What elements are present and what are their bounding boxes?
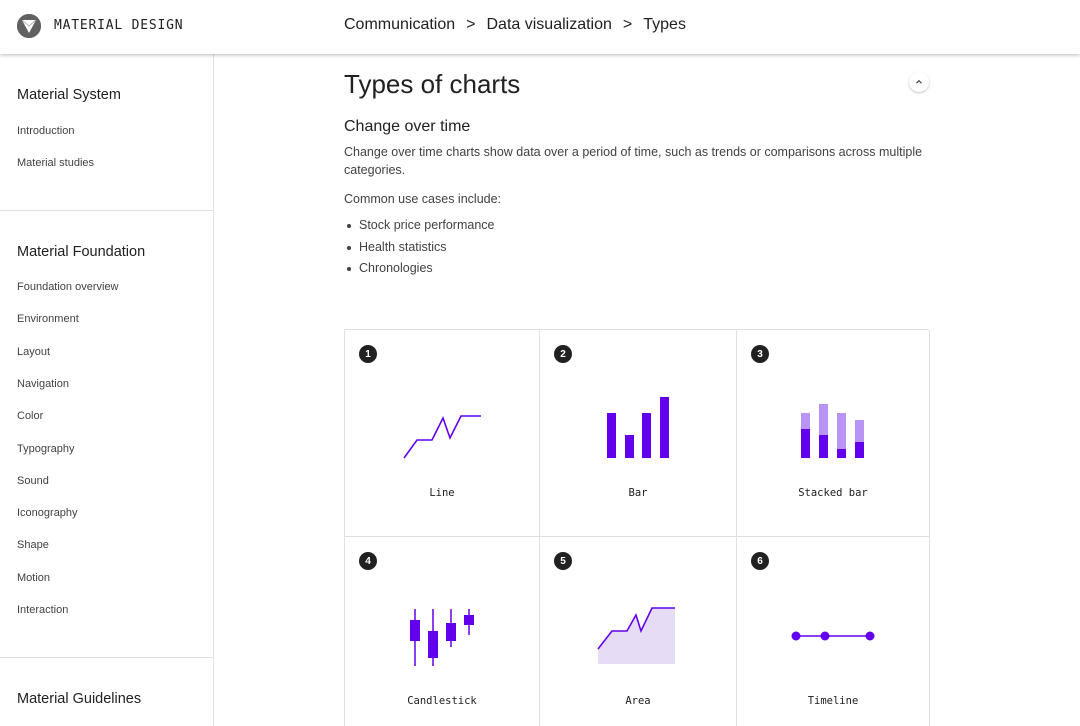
chart-card-label: Bar — [628, 487, 648, 499]
sidebar-item-color[interactable]: Color — [17, 410, 43, 422]
chart-card-stacked-bar[interactable]: 3 Stacked bar — [737, 330, 930, 537]
sidebar-item-introduction[interactable]: Introduction — [17, 125, 74, 137]
page-title: Types of charts — [344, 69, 521, 99]
sidebar-section-material-foundation[interactable]: Material Foundation — [17, 244, 145, 260]
chart-card-candlestick[interactable]: 4 Candlestick — [345, 537, 540, 726]
sidebar-divider — [0, 210, 213, 211]
sidebar-item-foundation-overview[interactable]: Foundation overview — [17, 281, 119, 293]
sidebar-item-iconography[interactable]: Iconography — [17, 507, 78, 519]
section-heading: Change over time — [344, 118, 471, 135]
breadcrumb-types[interactable]: Types — [643, 16, 686, 34]
breadcrumb-separator: > — [622, 16, 633, 33]
section-description: Change over time charts show data over a… — [344, 145, 923, 177]
chart-card-timeline[interactable]: 6 Timeline — [737, 537, 930, 726]
sidebar-section-material-guidelines[interactable]: Material Guidelines — [17, 691, 141, 707]
stacked-bar-chart-icon — [801, 404, 864, 458]
chart-types-grid: 1 Line 2 Bar 3 Stacked bar 4 Candlestick… — [344, 329, 930, 726]
sidebar-item-motion[interactable]: Motion — [17, 572, 50, 584]
sidebar-item-navigation[interactable]: Navigation — [17, 378, 69, 390]
sidebar-item-environment[interactable]: Environment — [17, 313, 79, 325]
list-item: Health statistics — [344, 240, 494, 262]
chart-card-line[interactable]: 1 Line — [345, 330, 540, 537]
sidebar-nav: Material System Introduction Material st… — [0, 54, 214, 726]
material-logo-icon[interactable] — [17, 14, 41, 38]
line-chart-icon — [403, 415, 481, 459]
sidebar-item-interaction[interactable]: Interaction — [17, 604, 68, 616]
breadcrumb: Communication > Data visualization > Typ… — [344, 16, 686, 34]
chart-card-label: Candlestick — [407, 695, 477, 707]
use-cases-intro: Common use cases include: — [344, 192, 502, 206]
sidebar-divider — [0, 657, 213, 658]
chart-card-label: Area — [625, 695, 651, 707]
sidebar-item-shape[interactable]: Shape — [17, 539, 49, 551]
breadcrumb-separator: > — [466, 16, 476, 33]
chart-card-label: Timeline — [807, 695, 859, 707]
bar-chart-icon — [607, 397, 669, 458]
use-cases-list: Stock price performance Health statistic… — [344, 218, 494, 283]
top-app-bar: MATERIAL DESIGN Communication > Data vis… — [0, 0, 1080, 54]
collapse-button[interactable] — [909, 72, 929, 92]
sidebar-item-material-studies[interactable]: Material studies — [17, 157, 94, 169]
chart-card-area[interactable]: 5 Area — [540, 537, 737, 726]
breadcrumb-communication[interactable]: Communication — [344, 16, 455, 34]
sidebar-item-typography[interactable]: Typography — [17, 443, 74, 455]
breadcrumb-data-visualization[interactable]: Data visualization — [487, 16, 612, 34]
list-item: Chronologies — [344, 261, 494, 283]
brand-title[interactable]: MATERIAL DESIGN — [54, 18, 183, 33]
chart-card-label: Line — [429, 487, 455, 499]
chart-card-bar[interactable]: 2 Bar — [540, 330, 737, 537]
list-item: Stock price performance — [344, 218, 494, 240]
sidebar-item-sound[interactable]: Sound — [17, 475, 49, 487]
chart-card-label: Stacked bar — [798, 487, 868, 499]
sidebar-item-layout[interactable]: Layout — [17, 346, 50, 358]
sidebar-section-material-system[interactable]: Material System — [17, 87, 121, 103]
chevron-up-icon — [916, 79, 922, 84]
